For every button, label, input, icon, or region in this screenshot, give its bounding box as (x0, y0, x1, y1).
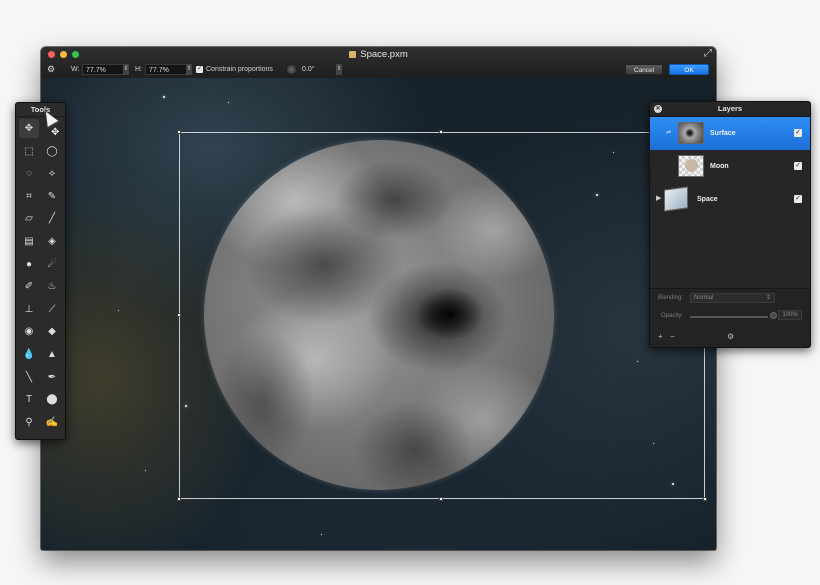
window-title: Space.pxm (41, 49, 716, 60)
polygonal-lasso-tool[interactable]: ⟡ (42, 164, 62, 183)
disclosure-triangle-icon[interactable]: ▶ (656, 194, 661, 202)
layer-thumbnail (678, 122, 704, 144)
zoom-tool[interactable]: ⚲ (19, 413, 39, 432)
image-canvas[interactable] (41, 78, 716, 550)
blending-label: Blending: (658, 295, 684, 301)
opacity-slider[interactable] (690, 316, 768, 318)
layer-visibility-checkbox[interactable]: ✓ (794, 195, 802, 203)
image-window: Space.pxm ⤢ ⚙ W: 77.7% ⇕ H: 77.7% ⇕ ✓ Co… (41, 47, 716, 550)
width-stepper[interactable]: ⇕ (123, 64, 129, 75)
transform-options-bar: ⚙ W: 77.7% ⇕ H: 77.7% ⇕ ✓ Constrain prop… (41, 63, 716, 76)
blending-select[interactable]: Normal ⇕ (690, 293, 775, 303)
transform-handle-bottom[interactable] (439, 497, 443, 501)
layer-properties: Blending: Normal ⇕ Opacity: 100% + − ⚙ (650, 288, 810, 347)
rotation-field[interactable]: 0.0° (299, 64, 337, 75)
layer-thumbnail (678, 155, 704, 177)
burn-tool[interactable]: ♨ (42, 277, 62, 296)
pen-tool[interactable]: ╲ (19, 368, 39, 387)
layer-visibility-checkbox[interactable]: ✓ (794, 129, 802, 137)
layer-visibility-checkbox[interactable]: ✓ (794, 162, 802, 170)
smudge-tool[interactable]: ☄ (42, 255, 62, 274)
opacity-label: Opacity: (661, 313, 684, 319)
layer-group-thumbnail (664, 186, 688, 212)
layer-options-gear-icon[interactable]: ⚙ (727, 332, 734, 341)
layer-row-surface[interactable]: ⇌ Surface ✓ (650, 117, 810, 150)
transform-handle-top-left[interactable] (177, 130, 181, 134)
rectangular-select-tool[interactable]: ⬚ (19, 142, 39, 161)
link-icon: ⇌ (666, 130, 672, 136)
close-icon[interactable]: ✕ (654, 105, 662, 113)
dodge-tool[interactable]: ▲ (42, 345, 62, 364)
opacity-slider-knob[interactable] (770, 312, 777, 319)
chevron-updown-icon: ⇕ (765, 295, 771, 301)
fill-tool[interactable]: ◈ (42, 232, 62, 251)
transform-bounding-box[interactable] (177, 130, 707, 501)
sponge-tool[interactable]: ◆ (42, 322, 62, 341)
red-eye-tool[interactable]: ◉ (19, 322, 39, 341)
layer-row-moon[interactable]: Moon ✓ (650, 150, 810, 183)
blur-tool[interactable]: ● (19, 255, 39, 274)
height-field[interactable]: 77.7% (145, 64, 188, 75)
transform-handle-left[interactable] (177, 313, 181, 317)
cancel-button[interactable]: Cancel (625, 64, 663, 75)
pencil-tool[interactable]: ╱ (42, 209, 62, 228)
healing-tool[interactable]: ⟋ (42, 300, 62, 319)
rotation-stepper[interactable]: ⇕ (336, 64, 342, 75)
star (118, 310, 119, 311)
move-cursor-icon: ✥ (51, 127, 60, 138)
crop-tool[interactable]: ⌗ (19, 187, 39, 206)
layers-palette: ✕ Layers ⇌ Surface ✓ Moon ✓ ▶ Space ✓ Bl… (649, 101, 811, 348)
ok-button[interactable]: OK (669, 64, 709, 75)
height-stepper[interactable]: ⇕ (186, 64, 192, 75)
fullscreen-arrows-icon[interactable]: ⤢ (704, 48, 712, 59)
type-tool[interactable]: T (19, 390, 39, 409)
clone-stamp-tool[interactable]: ⊥ (19, 300, 39, 319)
brush-tool[interactable]: ✐ (19, 277, 39, 296)
star (145, 470, 146, 471)
transform-handle-top[interactable] (439, 130, 443, 134)
arrange-tool[interactable]: ✥ (19, 119, 39, 138)
eraser-tool[interactable]: ▱ (19, 209, 39, 228)
constrain-proportions-label: Constrain proportions (206, 66, 273, 73)
rotation-dial[interactable] (287, 65, 296, 74)
constrain-proportions-checkbox[interactable]: ✓ (196, 66, 203, 73)
shape-tool[interactable]: ⬤ (42, 390, 62, 409)
star (163, 96, 165, 98)
gear-icon[interactable]: ⚙ (47, 63, 55, 76)
title-bar: Space.pxm ⤢ ⚙ W: 77.7% ⇕ H: 77.7% ⇕ ✓ Co… (41, 47, 716, 79)
layer-name: Space (697, 196, 718, 203)
elliptical-select-tool[interactable]: ◯ (42, 142, 62, 161)
tools-palette: Tools ✥ ⬚ ◯ ◌ ⟡ ⌗ ✎ ▱ ╱ ▤ ◈ ● ☄ ✐ ♨ ⊥ ⟋ ◉ ◆ 💧 ▲ ╲ ✒ T ⬤ ⚲ ✍ (15, 102, 66, 440)
paint-brush-tool[interactable]: ✍ (42, 413, 62, 432)
opacity-slider-fill (690, 316, 768, 318)
layers-palette-title: ✕ Layers (650, 102, 810, 117)
lasso-tool[interactable]: ◌ (19, 164, 39, 183)
star (228, 102, 229, 103)
eyedropper-tool[interactable]: ✎ (42, 187, 62, 206)
layer-name: Surface (710, 130, 736, 137)
width-label: W: (71, 66, 80, 73)
layer-name: Moon (710, 163, 729, 170)
height-label: H: (135, 66, 142, 73)
document-icon (349, 51, 357, 58)
transform-handle-bottom-right[interactable] (703, 497, 707, 501)
remove-layer-icon[interactable]: − (670, 332, 675, 341)
freeform-pen-tool[interactable]: ✒ (42, 368, 62, 387)
layer-row-space[interactable]: ▶ Space ✓ (650, 183, 810, 216)
add-layer-icon[interactable]: + (658, 332, 663, 341)
sharpen-tool[interactable]: 💧 (19, 345, 39, 364)
width-field[interactable]: 77.7% (82, 64, 125, 75)
star (321, 534, 322, 535)
transform-handle-bottom-left[interactable] (177, 497, 181, 501)
gradient-tool[interactable]: ▤ (19, 232, 39, 251)
opacity-field[interactable]: 100% (778, 310, 802, 320)
